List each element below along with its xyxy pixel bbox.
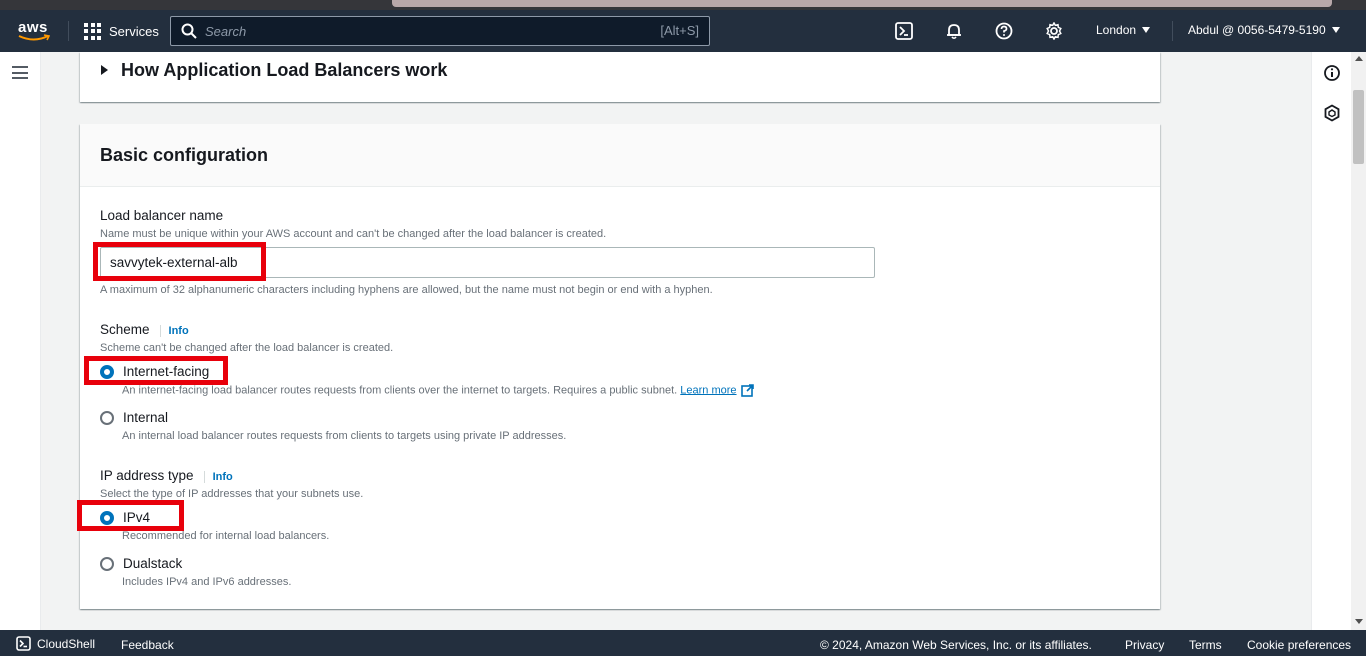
region-selector[interactable]: London [1096,23,1151,37]
radio-checked-icon[interactable] [100,510,114,525]
radio-unchecked-icon[interactable] [100,556,114,571]
ip-type-option-dualstack[interactable]: Dualstack [100,556,182,571]
scrollbar-thumb[interactable] [1353,90,1364,164]
cloudshell-button[interactable] [894,21,914,41]
top-navigation: aws Services [Alt+S] [0,10,1366,52]
browser-tab-strip [392,0,1332,7]
account-label: Abdul @ 0056-5479-5190 [1188,23,1326,37]
chevron-down-icon [1142,27,1151,33]
browser-strip [0,0,1366,10]
radio-unchecked-icon[interactable] [100,410,114,425]
copyright-text: © 2024, Amazon Web Services, Inc. or its… [820,638,1092,652]
privacy-link[interactable]: Privacy [1125,638,1164,652]
cloudshell-icon [16,636,31,651]
internal-description: An internal load balancer routes request… [122,430,567,442]
help-button[interactable] [994,21,1014,41]
scheme-info-link[interactable]: Info [159,325,189,337]
nav-separator [68,21,69,41]
dualstack-description: Includes IPv4 and IPv6 addresses. [122,576,292,588]
ip-type-label: IP address type [100,468,194,483]
how-it-works-title[interactable]: How Application Load Balancers work [121,60,447,81]
search-input[interactable] [205,21,625,41]
scheme-option-internal[interactable]: Internal [100,410,168,425]
page-scrollbar[interactable] [1351,52,1366,630]
load-balancer-name-label: Load balancer name [100,208,224,223]
radio-label: Internal [123,410,169,425]
load-balancer-name-input[interactable] [100,247,875,278]
services-label: Services [109,23,159,39]
gear-icon [1046,22,1062,40]
basic-configuration-panel: Basic configuration Load balancer name N… [80,124,1160,609]
radio-label: Internet-facing [123,364,210,379]
scroll-down-icon[interactable] [1355,619,1363,624]
side-navigation [0,52,41,630]
hexagon-icon[interactable] [1323,104,1341,122]
nav-separator [1172,21,1173,41]
internet-facing-description: An internet-facing load balancer routes … [122,384,678,397]
region-label: London [1096,23,1137,37]
load-balancer-name-description: Name must be unique within your AWS acco… [100,228,607,240]
radio-label: Dualstack [123,556,183,571]
scroll-up-icon[interactable] [1355,56,1363,61]
cloudshell-label: CloudShell [37,636,96,651]
caret-right-icon[interactable] [101,65,108,75]
info-circle-icon[interactable] [1323,64,1341,82]
external-link-icon[interactable] [740,384,754,397]
help-icon [995,22,1013,40]
aws-logo[interactable]: aws [18,19,50,45]
cloudshell-icon [895,22,913,40]
scheme-option-internet-facing[interactable]: Internet-facing [100,364,209,379]
ip-type-description: Select the type of IP addresses that you… [100,488,364,500]
radio-checked-icon[interactable] [100,364,114,379]
scheme-label: Scheme [100,322,150,337]
search-bar[interactable]: [Alt+S] [170,16,710,46]
ipv4-description: Recommended for internal load balancers. [122,530,330,542]
account-menu[interactable]: Abdul @ 0056-5479-5190 [1188,23,1340,37]
scheme-label-row: Scheme Info [100,322,189,337]
ip-type-label-row: IP address type Info [100,468,233,483]
ip-type-option-ipv4[interactable]: IPv4 [100,510,150,525]
chevron-down-icon [1331,27,1340,33]
settings-button[interactable] [1044,21,1064,41]
services-menu-button[interactable]: Services [84,21,159,41]
footer: CloudShell Feedback © 2024, Amazon Web S… [0,630,1366,656]
cookie-preferences-link[interactable]: Cookie preferences [1247,638,1351,652]
feedback-link[interactable]: Feedback [121,638,174,652]
panel-header: Basic configuration [80,124,1160,187]
scheme-description: Scheme can't be changed after the load b… [100,342,394,354]
search-shortcut: [Alt+S] [660,23,699,38]
ip-type-info-link[interactable]: Info [203,471,233,483]
grid-icon [84,22,101,40]
search-icon [181,23,197,39]
how-it-works-panel[interactable]: How Application Load Balancers work [80,52,1160,102]
tools-rail [1311,52,1351,630]
radio-label: IPv4 [123,510,151,525]
load-balancer-name-hint: A maximum of 32 alphanumeric characters … [100,284,713,296]
cloudshell-footer-button[interactable]: CloudShell [16,636,95,651]
notifications-button[interactable] [944,21,964,41]
internet-facing-description-row: An internet-facing load balancer routes … [122,384,754,397]
hamburger-icon[interactable] [12,66,28,79]
learn-more-link[interactable]: Learn more [680,384,736,396]
terms-link[interactable]: Terms [1189,638,1222,652]
bell-icon [947,24,961,40]
aws-smile-icon [18,34,50,41]
panel-title: Basic configuration [100,145,269,165]
